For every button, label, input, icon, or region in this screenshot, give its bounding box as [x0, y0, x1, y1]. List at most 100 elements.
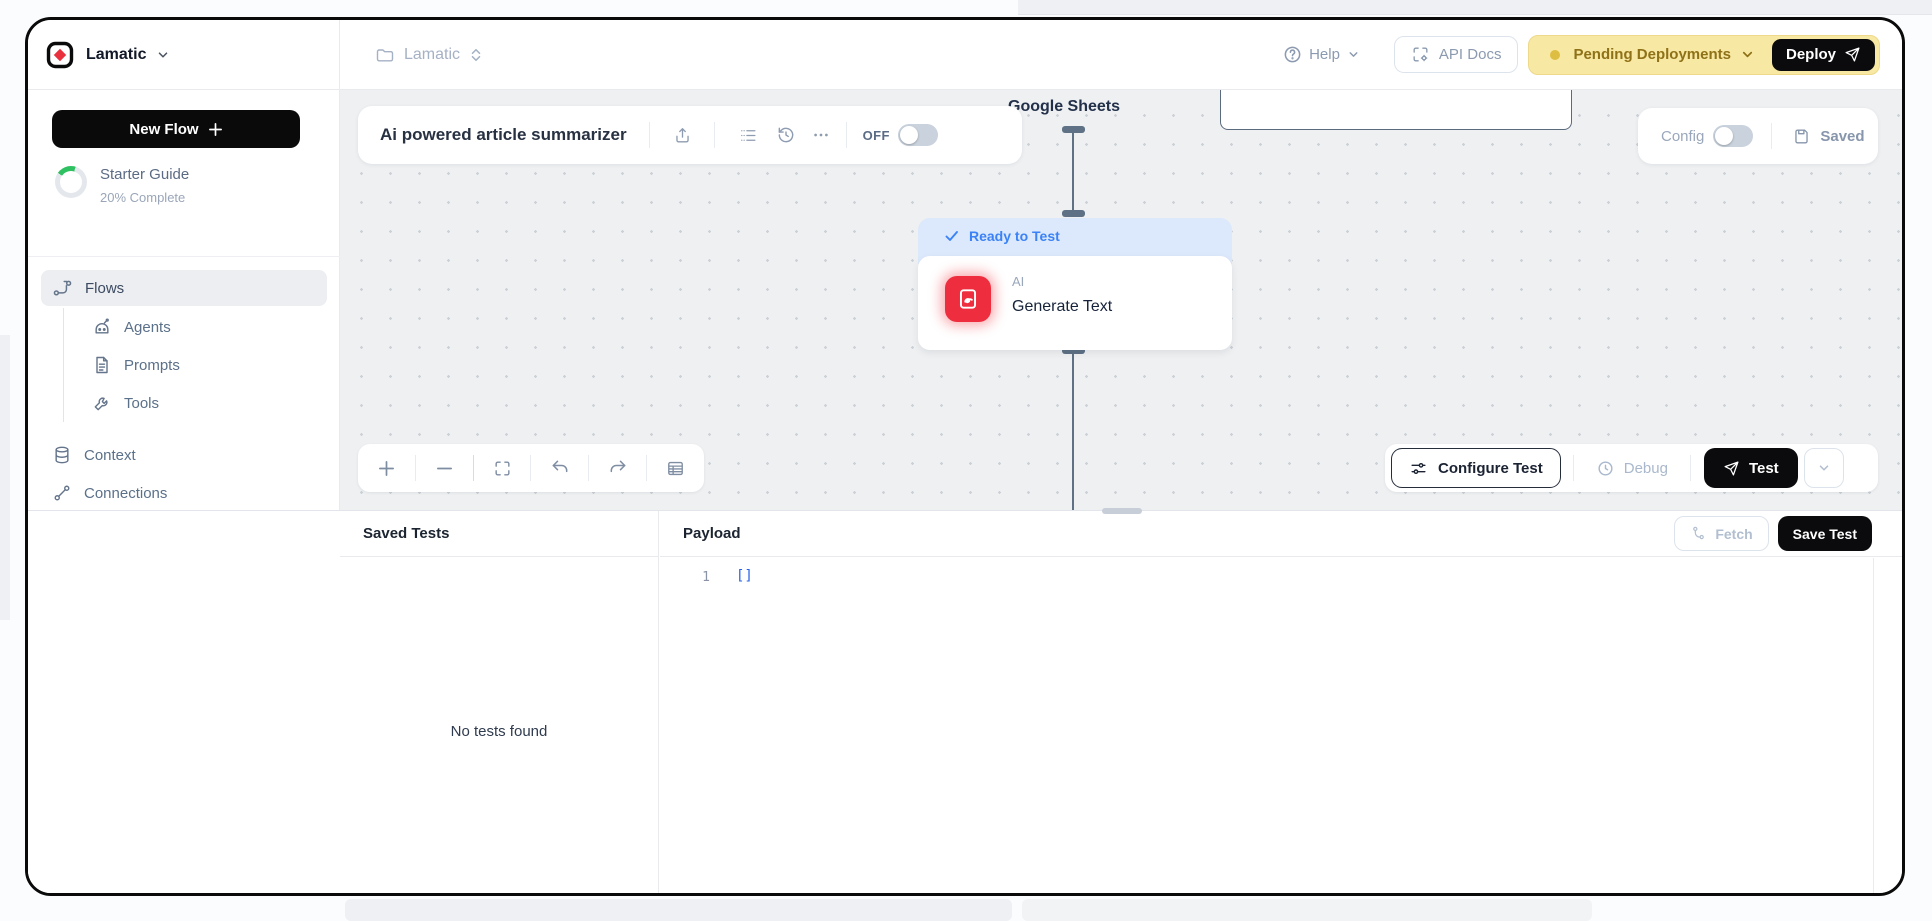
backdrop-bar-bottom-2 [1022, 899, 1592, 921]
node-category-label: AI [1012, 274, 1024, 289]
sidebar-item-connections[interactable]: Connections [28, 474, 340, 512]
clock-icon [1596, 459, 1615, 478]
sidebar-item-flows[interactable]: Flows [41, 270, 327, 306]
backdrop-strip-top [1018, 0, 1932, 15]
undo-button[interactable] [531, 444, 588, 492]
test-controls: Configure Test Debug Test [1385, 444, 1878, 492]
starter-guide[interactable]: Starter Guide 20% Complete [55, 166, 189, 205]
help-label: Help [1309, 46, 1340, 63]
workspace-name: Lamatic [86, 46, 146, 64]
zoom-out-button[interactable] [416, 444, 473, 492]
backdrop-strip-left [0, 335, 10, 620]
save-test-label: Save Test [1793, 526, 1857, 542]
pending-dot-icon [1550, 50, 1560, 60]
saved-tests-empty-message: No tests found [340, 723, 658, 740]
chevron-down-icon[interactable] [1740, 47, 1755, 62]
pending-deployments-label[interactable]: Pending Deployments [1573, 46, 1731, 63]
edge-sheets-to-generate [1072, 130, 1074, 214]
zoom-in-button[interactable] [358, 444, 415, 492]
pending-deployments-group: Pending Deployments Deploy [1528, 35, 1880, 75]
history-button[interactable] [776, 125, 796, 145]
test-button[interactable]: Test [1704, 448, 1798, 488]
data-table-button[interactable] [647, 444, 704, 492]
help-menu[interactable]: Help [1283, 45, 1360, 64]
deploy-button[interactable]: Deploy [1772, 39, 1875, 71]
configure-test-label: Configure Test [1438, 460, 1543, 477]
fetch-button[interactable]: Fetch [1674, 516, 1768, 551]
sidebar-item-context[interactable]: Context [28, 436, 340, 474]
backdrop-bar-bottom-1 [345, 899, 1012, 921]
breadcrumb[interactable]: Lamatic [375, 45, 483, 65]
topbar: Lamatic Help API Docs [340, 20, 1902, 90]
generate-text-icon [945, 276, 991, 322]
sidebar-item-agents[interactable]: Agents [64, 308, 340, 346]
debug-label: Debug [1624, 460, 1668, 477]
flow-enabled-toggle[interactable] [898, 124, 938, 146]
test-label: Test [1749, 460, 1779, 477]
test-options-button[interactable] [1804, 448, 1844, 488]
debug-button[interactable]: Debug [1574, 459, 1690, 478]
api-docs-icon [1411, 45, 1430, 64]
folder-icon [375, 45, 395, 65]
redo-button[interactable] [589, 444, 646, 492]
canvas-toolbar [358, 444, 704, 492]
starter-guide-title: Starter Guide [100, 166, 189, 183]
bottom-panel: Saved Tests No tests found Payload Fetch… [28, 510, 1902, 893]
branch-icon [1690, 525, 1707, 542]
unfold-icon [469, 47, 483, 63]
configure-test-button[interactable]: Configure Test [1391, 448, 1561, 488]
flows-icon [52, 278, 73, 299]
database-icon [52, 445, 72, 465]
more-options-button[interactable] [812, 126, 830, 144]
robot-icon [92, 317, 112, 337]
saved-tests-pane: Saved Tests No tests found [340, 511, 659, 893]
wrench-icon [92, 393, 112, 413]
node-generate-text[interactable]: AI Generate Text [918, 256, 1232, 350]
edge-generate-out [1072, 352, 1074, 510]
new-flow-button[interactable]: New Flow [52, 110, 300, 148]
app-window: Lamatic New Flow Starter Guide 20% Compl… [25, 17, 1905, 896]
node-google-sheets[interactable] [1220, 90, 1572, 130]
editor-line-number: 1 [660, 570, 710, 585]
api-docs-button[interactable]: API Docs [1394, 36, 1519, 73]
api-docs-label: API Docs [1439, 46, 1502, 63]
node-google-sheets-label: Google Sheets [1008, 98, 1120, 116]
payload-editor[interactable]: 1 [] [660, 558, 1874, 893]
workspace-switcher[interactable]: Lamatic [28, 20, 339, 90]
send-icon [1723, 460, 1740, 477]
save-disk-icon [1792, 127, 1811, 146]
share-button[interactable] [673, 126, 692, 145]
deploy-label: Deploy [1786, 46, 1836, 63]
node-status-label: Ready to Test [969, 228, 1060, 244]
breadcrumb-label: Lamatic [404, 46, 460, 64]
lamatic-logo-icon [45, 40, 75, 70]
connector-handle[interactable] [1062, 210, 1085, 217]
sliders-icon [1409, 459, 1428, 478]
config-toggle[interactable] [1713, 125, 1753, 147]
connector-handle[interactable] [1062, 126, 1085, 133]
chevron-down-icon [156, 48, 170, 62]
sidebar-divider [28, 256, 340, 257]
payload-title: Payload [683, 525, 741, 542]
payload-pane: Payload Fetch Save Test 1 [] [660, 511, 1902, 893]
chevron-down-icon [1347, 48, 1360, 61]
node-title: Generate Text [1012, 298, 1112, 316]
saved-tests-title: Saved Tests [363, 525, 449, 542]
fit-view-button[interactable] [474, 444, 531, 492]
check-icon [944, 228, 960, 244]
save-test-button[interactable]: Save Test [1778, 516, 1872, 551]
send-icon [1844, 46, 1861, 63]
flow-enabled-state-label: OFF [863, 128, 890, 143]
sidebar-item-tools[interactable]: Tools [64, 384, 340, 422]
document-icon [92, 355, 112, 375]
editor-code: [] [736, 568, 753, 584]
config-card: Config Saved [1638, 108, 1878, 164]
starter-guide-progress: 20% Complete [100, 190, 189, 205]
flows-subgroup: Agents Prompts Tools [63, 308, 340, 422]
link-nodes-icon [52, 483, 72, 503]
sidebar-item-prompts[interactable]: Prompts [64, 346, 340, 384]
help-circle-icon [1283, 45, 1302, 64]
saved-status-label: Saved [1820, 128, 1864, 145]
task-list-button[interactable] [739, 126, 758, 145]
topbar-actions: Help API Docs Pending Deployments Deplo [1283, 35, 1880, 75]
